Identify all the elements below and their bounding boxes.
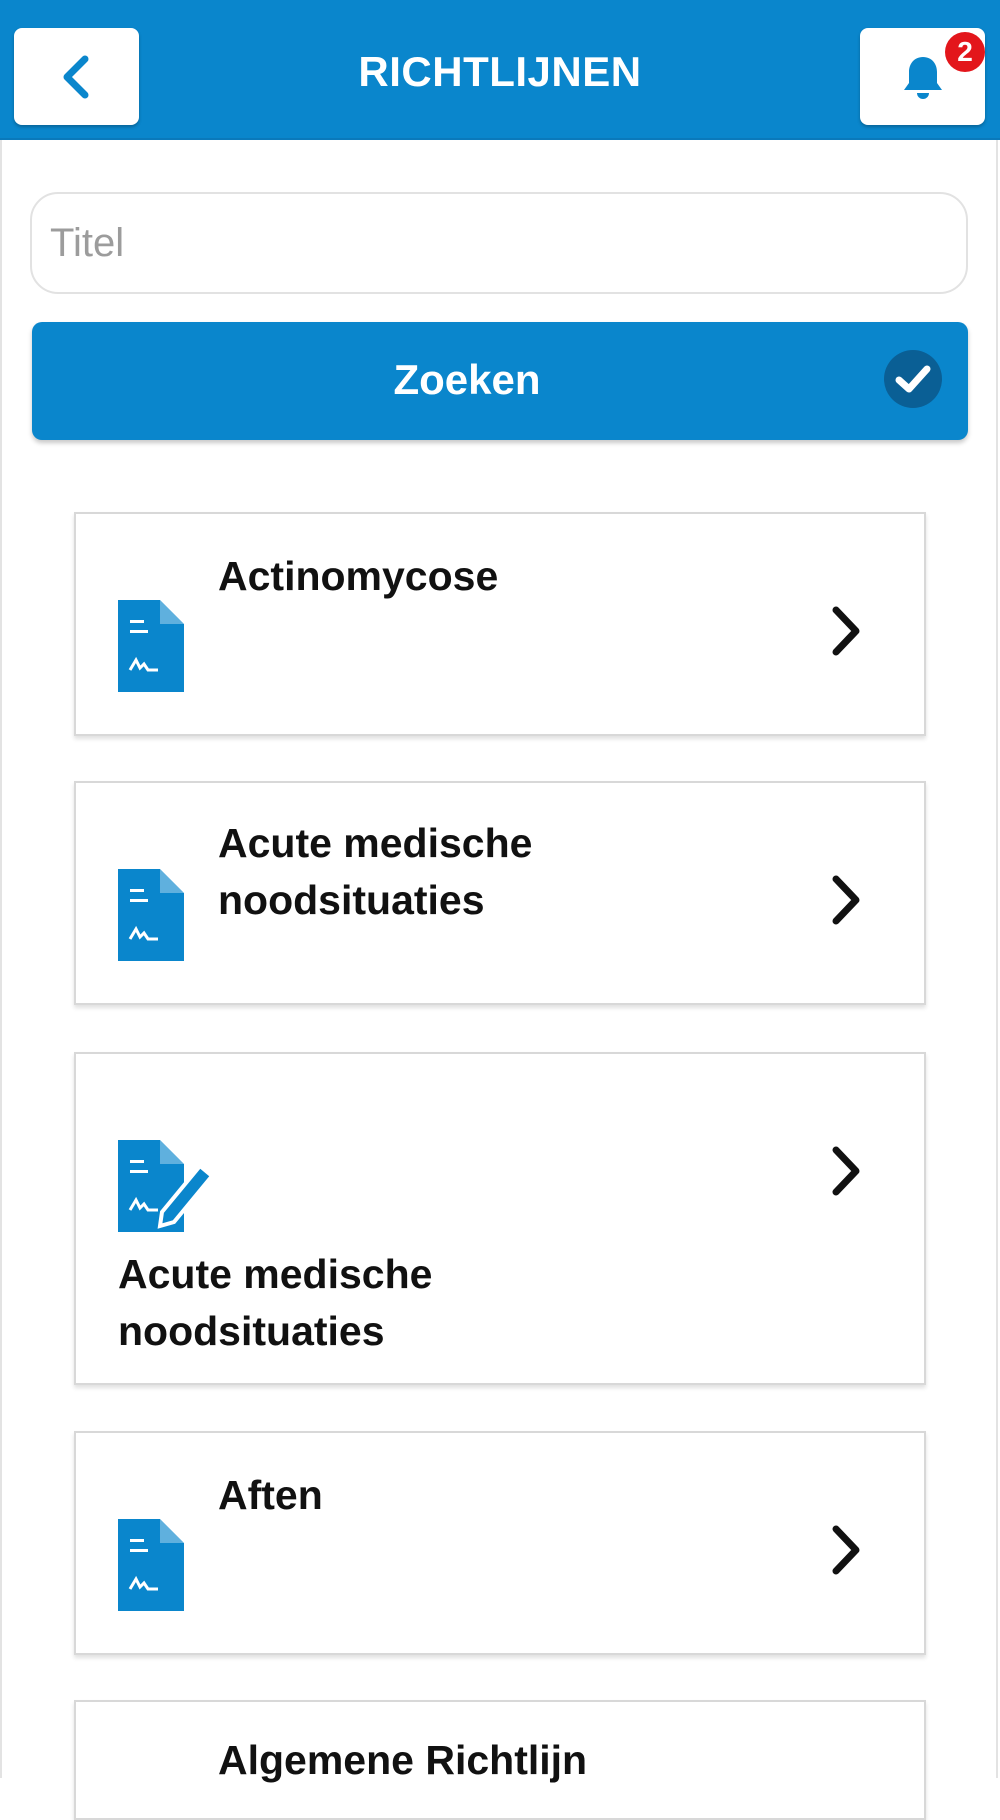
chevron-right-icon bbox=[832, 875, 860, 925]
guideline-title-line: noodsituaties bbox=[218, 877, 485, 923]
document-edit-icon bbox=[118, 1140, 215, 1232]
search-button[interactable]: Zoeken bbox=[32, 322, 968, 440]
chevron-left-icon bbox=[63, 55, 88, 98]
document-icon bbox=[118, 1519, 184, 1611]
guideline-title-line: Acute medische bbox=[118, 1251, 433, 1297]
page-title: RICHTLIJNEN bbox=[358, 48, 642, 95]
guideline-item-algemene-richtlijn[interactable]: Algemene Richtlijn bbox=[74, 1700, 926, 1820]
title-search-input[interactable] bbox=[30, 192, 968, 294]
document-icon bbox=[118, 600, 184, 692]
chevron-right-icon bbox=[832, 1146, 860, 1196]
back-button[interactable] bbox=[14, 28, 139, 125]
guideline-title: Acute medische noodsituaties bbox=[218, 815, 532, 929]
guideline-title: Aften bbox=[218, 1472, 323, 1518]
guideline-item-actinomycose[interactable]: Actinomycose bbox=[74, 512, 926, 736]
guideline-title-line: noodsituaties bbox=[118, 1308, 385, 1354]
document-icon bbox=[118, 869, 184, 961]
search-button-label: Zoeken bbox=[393, 356, 541, 403]
guideline-title: Acute medische noodsituaties bbox=[118, 1246, 432, 1360]
app-header: RICHTLIJNEN 2 bbox=[0, 0, 1000, 140]
chevron-right-icon bbox=[832, 1525, 860, 1575]
chevron-right-icon bbox=[832, 606, 860, 656]
guideline-item-acute-medische-noodsituaties[interactable]: Acute medische noodsituaties bbox=[74, 781, 926, 1005]
guideline-item-aften[interactable]: Aften bbox=[74, 1431, 926, 1655]
guideline-title: Algemene Richtlijn bbox=[218, 1737, 588, 1783]
guideline-title: Actinomycose bbox=[218, 553, 499, 599]
bell-icon bbox=[903, 56, 942, 99]
notification-badge: 2 bbox=[945, 32, 985, 72]
guideline-title-line: Acute medische bbox=[218, 820, 533, 866]
checkmark-icon bbox=[884, 350, 942, 408]
notifications-button[interactable]: 2 bbox=[860, 28, 985, 125]
guideline-item-acute-medische-noodsituaties-edit[interactable]: Acute medische noodsituaties bbox=[74, 1052, 926, 1385]
